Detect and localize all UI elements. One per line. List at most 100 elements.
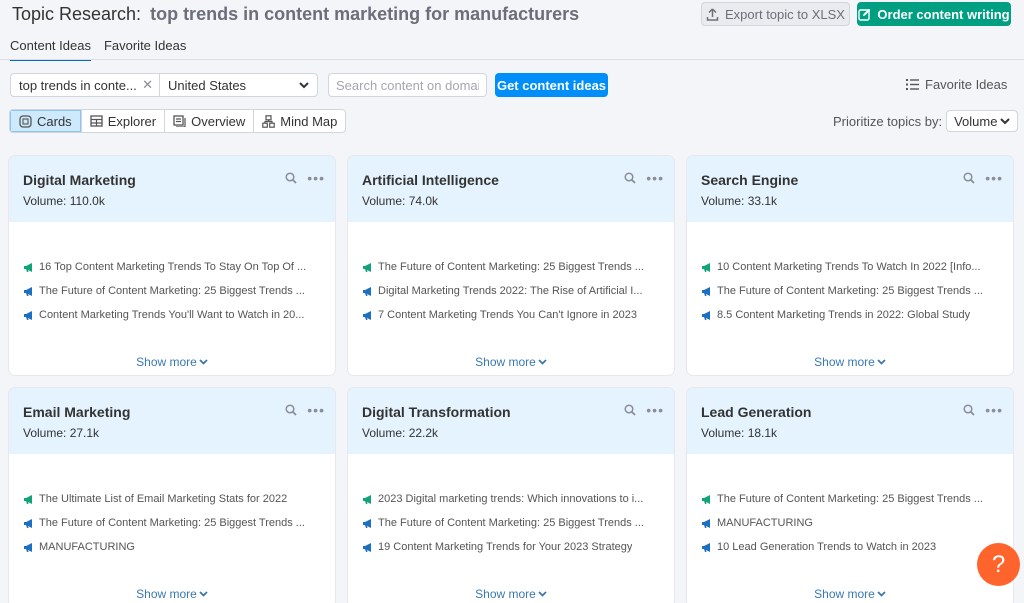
headline-text: The Future of Content Marketing: 25 Bigg… — [717, 285, 983, 297]
megaphone-icon — [24, 286, 32, 296]
page-title-query: top trends in content marketing for manu… — [150, 4, 580, 24]
show-more-label: Show more — [136, 355, 197, 369]
headline-item[interactable]: MANUFACTURING — [701, 511, 1001, 535]
search-icon[interactable] — [285, 404, 297, 416]
headline-text: 2023 Digital marketing trends: Which inn… — [378, 493, 644, 505]
show-more-button[interactable]: Show more — [9, 587, 335, 601]
card-title: Artificial Intelligence — [362, 172, 499, 188]
chevron-down-icon — [877, 359, 886, 365]
headline-item[interactable]: MANUFACTURING — [23, 535, 323, 559]
headline-list: The Future of Content Marketing: 25 Bigg… — [701, 487, 1001, 559]
prioritize-select[interactable]: Volume — [946, 110, 1019, 132]
megaphone-icon — [24, 518, 32, 528]
headline-item[interactable]: The Future of Content Marketing: 25 Bigg… — [701, 279, 1001, 303]
card-header: Search Engine Volume: 33.1k ••• — [687, 156, 1013, 222]
view-mind-map-label: Mind Map — [280, 113, 338, 129]
card-actions: ••• — [963, 171, 1003, 185]
filters-bar: top trends in conte... ✕ United States G… — [10, 73, 608, 97]
export-xlsx-button[interactable]: Export topic to XLSX — [701, 2, 850, 26]
show-more-button[interactable]: Show more — [348, 355, 674, 369]
topic-card: Digital Marketing Volume: 110.0k ••• 16 Top… — [9, 156, 335, 375]
megaphone-icon — [702, 518, 710, 528]
card-actions: ••• — [624, 403, 664, 417]
more-options-icon[interactable]: ••• — [307, 171, 325, 185]
megaphone-icon — [24, 262, 32, 272]
megaphone-icon — [363, 518, 371, 528]
megaphone-icon — [702, 262, 710, 272]
card-title: Lead Generation — [701, 404, 812, 420]
tab-favorite-ideas[interactable]: Favorite Ideas — [104, 38, 186, 58]
favorite-ideas-link[interactable]: Favorite Ideas — [906, 77, 1007, 92]
headline-list: 2023 Digital marketing trends: Which inn… — [362, 487, 662, 559]
more-options-icon[interactable]: ••• — [985, 403, 1003, 417]
clear-icon[interactable]: ✕ — [142, 77, 153, 93]
chevron-down-icon — [877, 591, 886, 597]
more-options-icon[interactable]: ••• — [985, 171, 1003, 185]
headline-item[interactable]: 19 Content Marketing Trends for Your 202… — [362, 535, 662, 559]
tab-content-ideas[interactable]: Content Ideas — [10, 38, 91, 61]
get-content-ideas-button[interactable]: Get content ideas — [495, 73, 608, 97]
card-title: Email Marketing — [23, 404, 131, 420]
headline-item[interactable]: 2023 Digital marketing trends: Which inn… — [362, 487, 662, 511]
headline-item[interactable]: The Future of Content Marketing: 25 Bigg… — [701, 487, 1001, 511]
domain-search-input[interactable] — [328, 73, 487, 97]
card-header: Digital Marketing Volume: 110.0k ••• — [9, 156, 335, 222]
headline-item[interactable]: The Future of Content Marketing: 25 Bigg… — [362, 511, 662, 535]
headline-text: 8.5 Content Marketing Trends in 2022: Gl… — [717, 309, 971, 321]
tab-bar: Content Ideas Favorite Ideas — [10, 38, 186, 61]
more-options-icon[interactable]: ••• — [307, 403, 325, 417]
overview-icon — [173, 115, 186, 127]
show-more-button[interactable]: Show more — [9, 355, 335, 369]
headline-item[interactable]: The Future of Content Marketing: 25 Bigg… — [23, 511, 323, 535]
upload-icon — [706, 7, 719, 21]
keyword-field[interactable]: top trends in conte... ✕ — [10, 73, 159, 97]
headline-text: The Future of Content Marketing: 25 Bigg… — [717, 493, 983, 505]
view-overview[interactable]: Overview — [164, 110, 253, 132]
megaphone-icon — [24, 542, 32, 552]
headline-item[interactable]: Digital Marketing Trends 2022: The Rise … — [362, 279, 662, 303]
keyword-value: top trends in conte... — [19, 77, 137, 93]
headline-text: 10 Lead Generation Trends to Watch in 20… — [717, 541, 937, 553]
megaphone-icon — [702, 310, 710, 320]
headline-item[interactable]: 8.5 Content Marketing Trends in 2022: Gl… — [701, 303, 1001, 327]
search-icon[interactable] — [624, 172, 636, 184]
chevron-down-icon — [199, 591, 208, 597]
headline-item[interactable]: 10 Lead Generation Trends to Watch in 20… — [701, 535, 1001, 559]
card-header: Lead Generation Volume: 18.1k ••• — [687, 388, 1013, 454]
search-icon[interactable] — [624, 404, 636, 416]
headline-item[interactable]: Content Marketing Trends You'll Want to … — [23, 303, 323, 327]
show-more-label: Show more — [475, 355, 536, 369]
headline-item[interactable]: 10 Content Marketing Trends To Watch In … — [701, 255, 1001, 279]
show-more-label: Show more — [814, 587, 875, 601]
order-content-writing-button[interactable]: Order content writing — [857, 2, 1011, 26]
headline-text: Digital Marketing Trends 2022: The Rise … — [378, 285, 643, 297]
prioritize-label: Prioritize topics by: — [833, 113, 943, 129]
prioritize-control: Prioritize topics by: Volume — [833, 109, 1019, 133]
view-cards[interactable]: Cards — [10, 110, 81, 132]
headline-text: MANUFACTURING — [717, 517, 813, 529]
search-icon[interactable] — [963, 172, 975, 184]
card-actions: ••• — [285, 171, 325, 185]
show-more-button[interactable]: Show more — [687, 587, 1013, 601]
headline-item[interactable]: 16 Top Content Marketing Trends To Stay … — [23, 255, 323, 279]
headline-item[interactable]: 7 Content Marketing Trends You Can't Ign… — [362, 303, 662, 327]
headline-item[interactable]: The Future of Content Marketing: 25 Bigg… — [23, 279, 323, 303]
mind-map-icon — [262, 114, 276, 128]
megaphone-icon — [702, 286, 710, 296]
country-select[interactable]: United States — [159, 73, 318, 97]
show-more-button[interactable]: Show more — [687, 355, 1013, 369]
card-actions: ••• — [624, 171, 664, 185]
view-mind-map[interactable]: Mind Map — [253, 110, 345, 132]
help-button[interactable]: ? — [977, 543, 1020, 586]
show-more-button[interactable]: Show more — [348, 587, 674, 601]
headline-item[interactable]: The Future of Content Marketing: 25 Bigg… — [362, 255, 662, 279]
search-icon[interactable] — [285, 172, 297, 184]
more-options-icon[interactable]: ••• — [646, 171, 664, 185]
favorite-ideas-label: Favorite Ideas — [925, 77, 1008, 92]
search-icon[interactable] — [963, 404, 975, 416]
more-options-icon[interactable]: ••• — [646, 403, 664, 417]
card-header: Email Marketing Volume: 27.1k ••• — [9, 388, 335, 454]
headline-item[interactable]: The Ultimate List of Email Marketing Sta… — [23, 487, 323, 511]
view-explorer[interactable]: Explorer — [80, 110, 164, 132]
chevron-down-icon — [1000, 117, 1010, 124]
